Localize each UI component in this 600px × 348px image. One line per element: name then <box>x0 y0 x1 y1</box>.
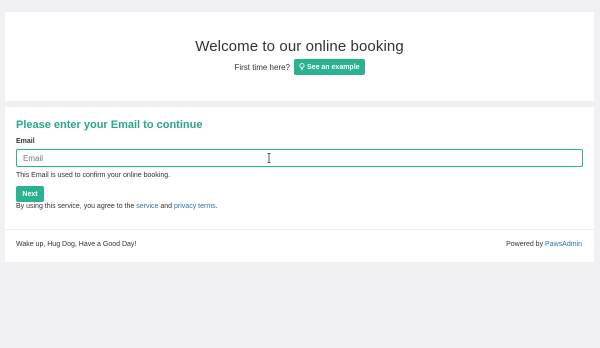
footer-tagline: Wake up, Hug Dog, Have a Good Day! <box>16 241 137 248</box>
form-heading: Please enter your Email to continue <box>16 119 203 131</box>
email-help-text: This Email is used to confirm your onlin… <box>16 172 171 179</box>
next-button[interactable]: Next <box>16 186 44 202</box>
terms-text: By using this service, you agree to the … <box>16 203 218 210</box>
terms-suffix: . <box>215 203 218 210</box>
service-link[interactable]: service <box>136 203 158 210</box>
footer-divider <box>5 229 594 230</box>
see-example-label: See an example <box>307 63 360 71</box>
email-form-card: Please enter your Email to continue Emai… <box>5 107 594 262</box>
terms-prefix: By using this service, you agree to the <box>16 203 135 210</box>
powered-by: Powered by PawsAdmin <box>506 241 582 248</box>
privacy-terms-link[interactable]: privacy terms <box>174 203 216 210</box>
terms-and: and <box>160 203 173 210</box>
see-example-button[interactable]: See an example <box>294 59 365 75</box>
pawsadmin-link[interactable]: PawsAdmin <box>545 241 582 248</box>
page-title: Welcome to our online booking <box>195 38 404 55</box>
powered-by-text: Powered by <box>506 241 544 248</box>
first-time-row: First time here? See an example <box>5 59 594 75</box>
email-label: Email <box>16 138 35 145</box>
text-cursor-icon <box>267 153 271 163</box>
first-time-text: First time here? <box>234 62 291 72</box>
lightbulb-icon <box>299 63 305 70</box>
email-input[interactable] <box>16 149 583 167</box>
welcome-card: Welcome to our online booking First time… <box>5 12 594 101</box>
